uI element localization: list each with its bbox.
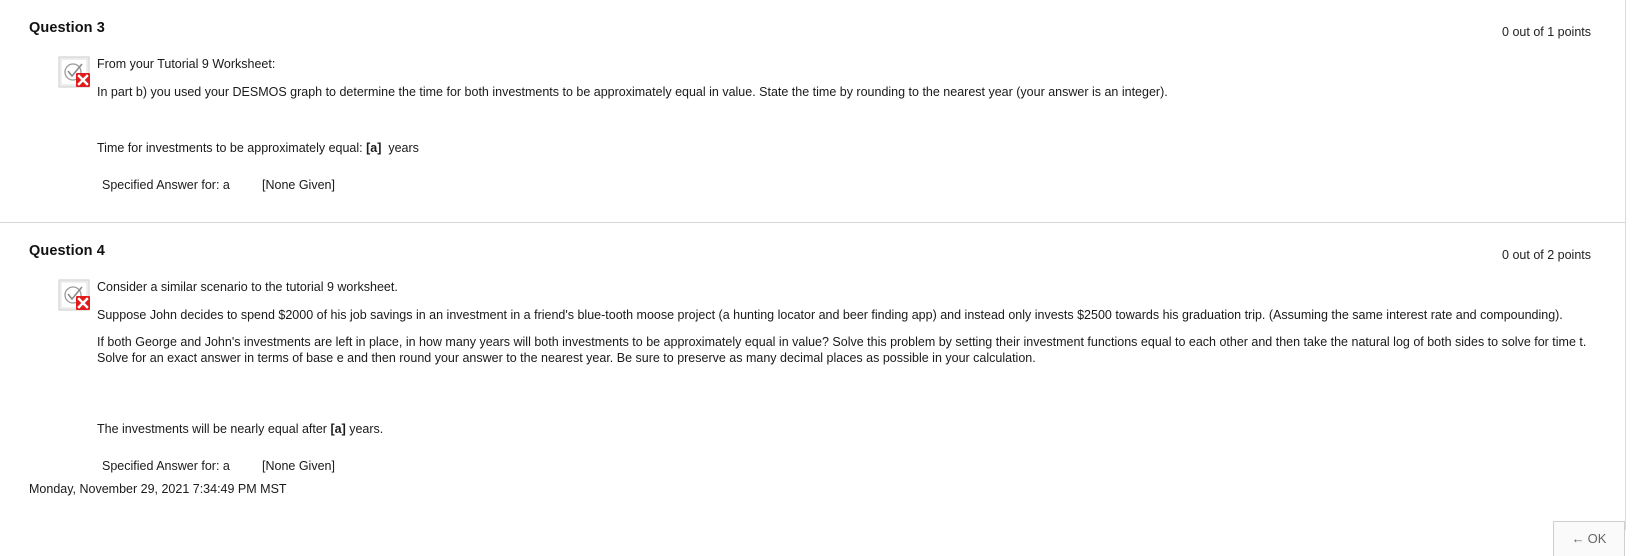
question-body: Suppose John decides to spend $2000 of h…: [97, 307, 1563, 322]
answer-line: Time for investments to be approximately…: [97, 141, 419, 155]
question-body: In part b) you used your DESMOS graph to…: [97, 84, 1168, 99]
specified-answer-value: [None Given]: [262, 459, 335, 473]
answer-suffix: years: [381, 141, 419, 155]
incorrect-icon: [58, 279, 94, 313]
incorrect-icon: [58, 56, 94, 90]
question-intro: Consider a similar scenario to the tutor…: [97, 280, 398, 294]
answer-blank: [a]: [366, 141, 382, 155]
question-divider: [0, 222, 1625, 223]
question-text: Consider a similar scenario to the tutor…: [97, 280, 1591, 366]
answer-prefix: Time for investments to be approximately…: [97, 141, 367, 155]
question-body: If both George and John's investments ar…: [97, 335, 1587, 365]
specified-answer-label: Specified Answer for: a: [102, 178, 230, 192]
ok-button-label: OK: [1587, 531, 1607, 546]
answer-suffix: years.: [345, 422, 384, 436]
specified-answer: Specified Answer for: a [None Given]: [102, 178, 335, 192]
answer-line: The investments will be nearly equal aft…: [97, 422, 383, 436]
ok-button[interactable]: ← OK: [1553, 521, 1625, 556]
question-intro: From your Tutorial 9 Worksheet:: [97, 57, 276, 71]
question-title: Question 3: [29, 20, 105, 36]
specified-answer-label: Specified Answer for: a: [102, 459, 230, 473]
question-points: 0 out of 2 points: [1502, 248, 1591, 262]
page-edge: [1625, 0, 1626, 530]
answer-prefix: The investments will be nearly equal aft…: [97, 422, 331, 436]
question-text: From your Tutorial 9 Worksheet: In part …: [97, 57, 1591, 100]
back-arrow-icon: ←: [1571, 531, 1585, 546]
test-results-page: Question 3 0 out of 1 points From your T…: [0, 0, 1625, 556]
answer-blank: [a]: [330, 422, 346, 436]
specified-answer: Specified Answer for: a [None Given]: [102, 459, 335, 473]
question-title: Question 4: [29, 243, 105, 259]
submission-timestamp: Monday, November 29, 2021 7:34:49 PM MST: [29, 482, 287, 496]
question-points: 0 out of 1 points: [1502, 25, 1591, 39]
specified-answer-value: [None Given]: [262, 178, 335, 192]
